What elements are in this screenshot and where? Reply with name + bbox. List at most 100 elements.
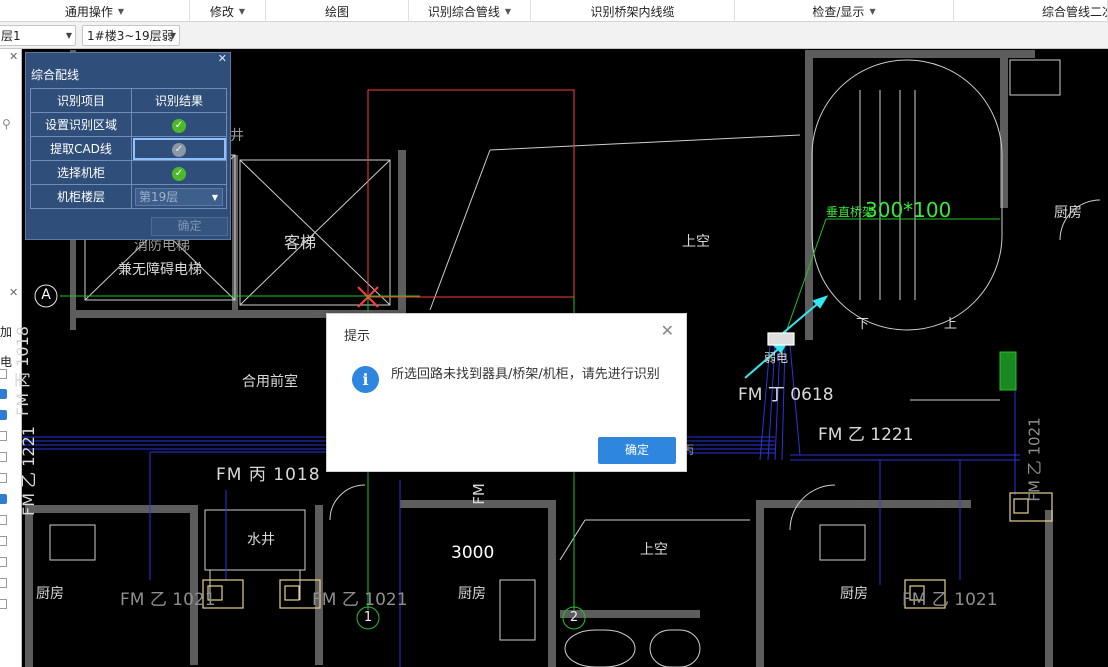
row-status-selected[interactable]: ✓ <box>131 136 227 161</box>
label-fire-door: FM 乙 1021 <box>312 590 408 610</box>
checkbox[interactable] <box>0 452 7 462</box>
label-water-shaft: 水井 <box>247 532 275 548</box>
label-fire-door: FM 乙 1021 <box>1025 417 1044 502</box>
menu-general-ops[interactable]: 通用操作 ▼ <box>0 0 190 22</box>
toolbar-secondary: 层1 ▼ 1#楼3~19层弱 ▼ <box>0 22 1108 49</box>
label-fire-door: FM 乙 1021 <box>902 590 998 610</box>
label-weak-current: 弱电 <box>764 351 789 365</box>
close-icon[interactable]: ✕ <box>218 52 227 65</box>
table-row[interactable]: 机柜楼层 第19层 ▼ <box>30 184 227 209</box>
dialog-message: 所选回路未找到器具/桥架/机柜，请先进行识别 <box>391 367 660 382</box>
label-stair-down: 下 <box>856 317 870 332</box>
wiring-panel: ✕ 综合配线 识别项目 识别结果 设置识别区域 ✓ 提取CAD线 ✓ 选择机柜 … <box>25 52 231 240</box>
label-fire-door: FM 乙 1221 <box>818 425 914 445</box>
chevron-down-icon: ▼ <box>211 192 218 202</box>
menu-modify[interactable]: 修改 ▼ <box>190 0 266 22</box>
header-item: 识别项目 <box>30 88 132 113</box>
close-icon[interactable]: ✕ <box>9 286 18 299</box>
label-kitchen: 厨房 <box>1054 205 1082 221</box>
search-icon[interactable]: ⚲ <box>2 117 11 131</box>
label-void-lower: 上空 <box>640 542 668 558</box>
checkbox-checked[interactable] <box>0 494 7 504</box>
close-icon[interactable]: ✕ <box>661 321 674 340</box>
checkbox[interactable] <box>0 473 7 483</box>
chevron-down-icon: ▼ <box>238 6 246 16</box>
floor-select[interactable]: 第19层 ▼ <box>135 187 223 206</box>
label-shaft: 井 <box>230 128 244 144</box>
menu-check-display[interactable]: 检查/显示 ▼ <box>735 0 954 22</box>
floor-combo[interactable]: 层1 ▼ <box>0 25 76 46</box>
label-kitchen: 厨房 <box>36 586 64 602</box>
label-kitchen: 厨房 <box>458 586 486 602</box>
close-icon[interactable]: ✕ <box>9 50 18 63</box>
info-icon: i <box>352 366 379 393</box>
axis-label-2: 2 <box>569 610 579 625</box>
app-window: 通用操作 ▼ 修改 ▼ 绘图 识别综合管线 ▼ 识别桥架内线缆 检查/显示 ▼ 综合管线… <box>0 0 1108 667</box>
menu-general-ops-label: 通用操作 <box>64 4 113 19</box>
chevron-down-icon: ▼ <box>117 6 125 16</box>
table-row[interactable]: 提取CAD线 ✓ <box>30 136 227 161</box>
label-fire-door: FM <box>469 483 488 505</box>
label-kitchen: 厨房 <box>840 586 868 602</box>
row-label: 设置识别区域 <box>30 112 132 137</box>
axis-label-1: 1 <box>363 610 373 625</box>
menu-modify-label: 修改 <box>209 4 234 19</box>
dialog-ok-button[interactable]: 确定 <box>598 437 676 464</box>
check-circle-icon: ✓ <box>172 166 186 181</box>
label-fire-door: FM 乙 1221 <box>18 426 38 516</box>
checkbox[interactable] <box>0 578 7 588</box>
check-circle-icon: ✓ <box>172 142 186 157</box>
dimension-label: 3000 <box>451 543 495 563</box>
menu-check-display-label: 检查/显示 <box>812 4 865 19</box>
row-label: 机柜楼层 <box>30 184 132 209</box>
checkbox-checked[interactable] <box>0 410 7 420</box>
panel-title: 综合配线 <box>31 68 80 82</box>
panel-confirm-button[interactable]: 确定 <box>151 217 228 236</box>
checkbox[interactable] <box>0 599 7 609</box>
chevron-down-icon: ▼ <box>169 31 176 40</box>
menu-secondary-pipelines[interactable]: 综合管线二次 <box>954 0 1108 22</box>
table-header: 识别项目 识别结果 <box>30 88 227 113</box>
menu-identify-pipelines-label: 识别综合管线 <box>427 4 500 19</box>
menu-draw[interactable]: 绘图 <box>266 0 409 22</box>
floor-select-value: 第19层 <box>139 189 179 204</box>
chevron-down-icon: ▼ <box>869 6 876 16</box>
ribbon-menu-bar: 通用操作 ▼ 修改 ▼ 绘图 识别综合管线 ▼ 识别桥架内线缆 检查/显示 ▼ 综合管线… <box>0 0 1108 22</box>
menu-identify-pipelines[interactable]: 识别综合管线 ▼ <box>409 0 531 22</box>
header-result: 识别结果 <box>131 88 227 113</box>
label-fire-door: FM 丙 1018 <box>216 465 321 485</box>
chevron-down-icon: ▼ <box>504 6 512 16</box>
floor-combo-value: 层1 <box>1 29 21 43</box>
prompt-dialog: 提示 ✕ i 所选回路未找到器具/桥架/机柜，请先进行识别 确定 <box>326 313 687 472</box>
row-label: 提取CAD线 <box>30 136 132 161</box>
label-stair-up: 上 <box>944 317 958 332</box>
label-fire-door: FM 丙 1018 <box>12 326 32 416</box>
label-fire-door: FM 乙 1021 <box>120 590 216 610</box>
building-combo-value: 1#楼3~19层弱 <box>87 29 174 43</box>
table-row[interactable]: 设置识别区域 ✓ <box>30 112 227 137</box>
row-label: 选择机柜 <box>30 160 132 185</box>
menu-secondary-pipelines-label: 综合管线二次 <box>1042 4 1108 19</box>
checkbox[interactable] <box>0 431 7 441</box>
label-tray-size: 300*100 <box>865 198 952 222</box>
checkbox[interactable] <box>0 369 7 379</box>
axis-label-a: A <box>41 287 51 303</box>
menu-identify-tray-cables[interactable]: 识别桥架内线缆 <box>531 0 735 22</box>
checkbox[interactable] <box>0 536 7 546</box>
building-combo[interactable]: 1#楼3~19层弱 ▼ <box>82 25 180 46</box>
table-row[interactable]: 选择机柜 ✓ <box>30 160 227 185</box>
checkbox-checked[interactable] <box>0 389 7 399</box>
row-status[interactable]: 第19层 ▼ <box>131 184 227 209</box>
menu-draw-label: 绘图 <box>324 4 349 19</box>
row-status[interactable]: ✓ <box>131 160 227 185</box>
checkbox[interactable] <box>0 515 7 525</box>
label-accessible-elevator: 兼无障碍电梯 <box>118 262 202 278</box>
checkbox[interactable] <box>0 557 7 567</box>
check-circle-icon: ✓ <box>172 118 186 133</box>
identify-table: 识别项目 识别结果 设置识别区域 ✓ 提取CAD线 ✓ 选择机柜 ✓ 机柜楼层 … <box>30 88 227 209</box>
row-status[interactable]: ✓ <box>131 112 227 137</box>
menu-identify-tray-cables-label: 识别桥架内线缆 <box>590 4 675 19</box>
chevron-down-icon: ▼ <box>65 31 72 40</box>
label-passenger-elevator: 客梯 <box>284 233 317 252</box>
dialog-title: 提示 <box>344 329 371 344</box>
